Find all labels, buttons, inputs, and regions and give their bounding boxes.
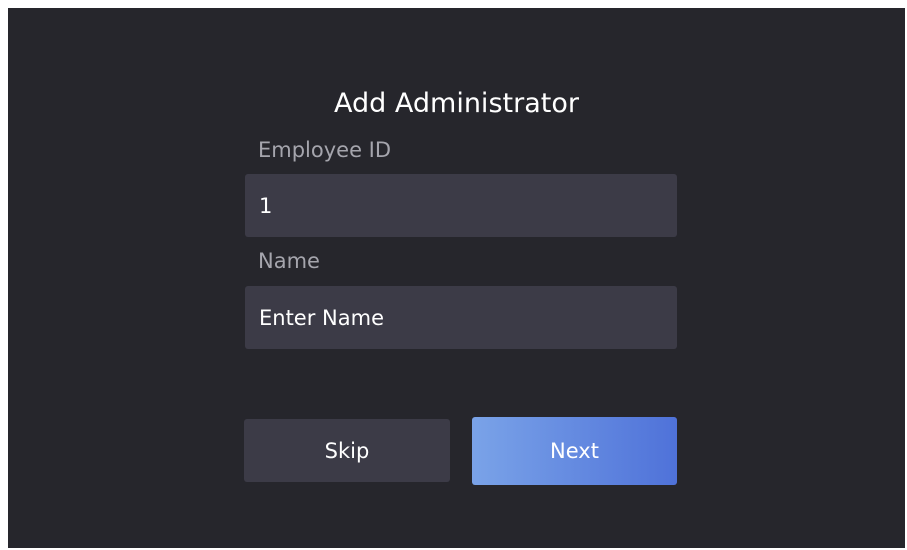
employee-id-field[interactable]: 1 xyxy=(245,174,677,237)
employee-id-value: 1 xyxy=(259,193,273,218)
employee-id-label: Employee ID xyxy=(258,138,392,162)
next-button-label: Next xyxy=(550,439,599,463)
page-title: Add Administrator xyxy=(334,88,579,119)
name-label: Name xyxy=(258,249,320,273)
add-administrator-screen: Add Administrator Employee ID 1 Name Ent… xyxy=(8,8,905,548)
next-button[interactable]: Next xyxy=(472,417,677,485)
skip-button-label: Skip xyxy=(324,438,370,463)
skip-button[interactable]: Skip xyxy=(244,419,450,482)
name-placeholder: Enter Name xyxy=(259,305,384,330)
name-field[interactable]: Enter Name xyxy=(245,286,677,349)
